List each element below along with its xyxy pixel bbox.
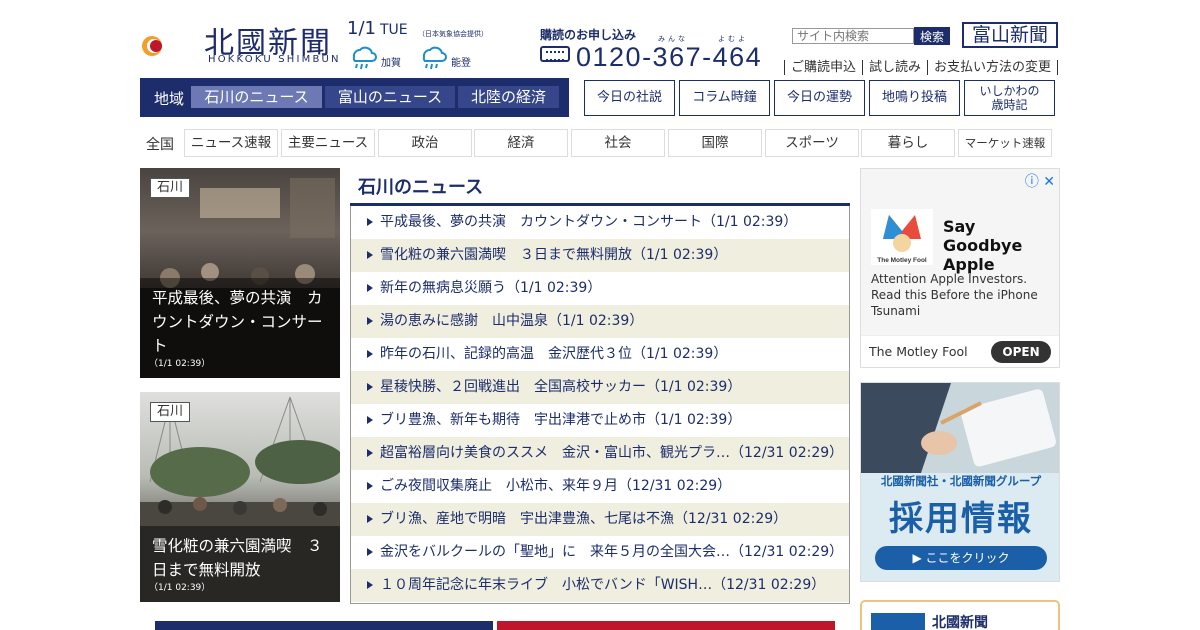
logo-mark-icon: [142, 22, 188, 66]
news-item[interactable]: ブリ漁、産地で明暗 宇出津豊漁、七尾は不漁（12/31 02:29）: [351, 503, 849, 536]
news-item[interactable]: 金沢をバルクールの「聖地」に 来年５月の全国大会…（12/31 02:29）: [351, 536, 849, 569]
trial-link[interactable]: 試し読み: [862, 60, 928, 75]
category-economy[interactable]: 経済: [474, 129, 568, 157]
news-item[interactable]: 湯の恵みに感謝 山中温泉（1/1 02:39）: [351, 305, 849, 338]
news-section-title: 石川のニュース: [358, 177, 484, 198]
column-jisho-button[interactable]: コラム時鐘: [679, 80, 770, 116]
ad-brand: The Motley Fool: [869, 344, 968, 359]
tab-toyama-news[interactable]: 富山のニュース: [325, 86, 455, 108]
editorial-button[interactable]: 今日の社説: [584, 80, 675, 116]
advertisement[interactable]: ⓘ ✕ The Motley Fool Say Goodbye Apple At…: [860, 168, 1060, 368]
news-item[interactable]: １０周年記念に年末ライブ 小松でバンド「WISH…（12/31 02:29）: [351, 569, 849, 602]
category-international[interactable]: 国際: [668, 129, 762, 157]
jester-icon: The Motley Fool: [877, 215, 927, 264]
hokkoku-app-box[interactable]: 北國新聞: [860, 600, 1060, 630]
subscribe-phone[interactable]: 0120-367-464: [540, 42, 762, 72]
photo-timestamp: （1/1 02:39）: [149, 583, 211, 593]
category-label-all[interactable]: 全国: [146, 134, 174, 154]
rain-icon: [422, 46, 447, 70]
region-label: 地域: [154, 90, 185, 108]
box-title: 北國新聞: [932, 615, 988, 630]
payment-change-link[interactable]: お支払い方法の変更: [927, 60, 1059, 75]
news-item[interactable]: ごみ夜間収集廃止 小松市、来年９月（12/31 02:29）: [351, 470, 849, 503]
site-search-input[interactable]: [792, 28, 914, 44]
photo-caption-text: 雪化粧の兼六園満喫 ３日まで無料開放: [152, 537, 323, 579]
motley-fool-logo: The Motley Fool: [871, 209, 933, 265]
seasonal-calendar-button[interactable]: いしかわの 歳時記: [964, 80, 1055, 116]
current-date: 1/1 TUE: [347, 18, 408, 39]
weather-credit: （日本気象協会提供）: [418, 30, 488, 38]
ad-body-text: Attention Apple Investors. Read this Bef…: [871, 272, 1038, 318]
ad-logo-text: The Motley Fool: [877, 257, 927, 264]
site-logo[interactable]: 北國新聞 HOKKOKU SHIMBUN: [140, 16, 345, 66]
ad-info-close-icon[interactable]: ⓘ ✕: [1025, 171, 1055, 191]
region-tag: 石川: [150, 402, 191, 422]
photo-story-card[interactable]: 石川 雪化粧の兼六園満喫 ３日まで無料開放 （1/1 02:39）: [140, 392, 340, 602]
tablet-photo: [861, 383, 1059, 473]
news-list: 平成最後、夢の共演 カウントダウン・コンサート（1/1 02:39） 雪化粧の兼…: [350, 206, 850, 604]
news-item[interactable]: 超富裕層向け美食のススメ 金沢・富山市、観光プラ…（12/31 02:29）: [351, 437, 849, 470]
photo-story-card[interactable]: 石川 平成最後、夢の共演 カウントダウン・コンサート （1/1 02:39）: [140, 168, 340, 378]
photo-caption: 雪化粧の兼六園満喫 ３日まで無料開放 （1/1 02:39）: [140, 526, 340, 602]
ad-headline[interactable]: Say Goodbye Apple: [943, 217, 1053, 274]
subscribe-link[interactable]: ご購読申込: [784, 60, 863, 75]
recruit-click-button[interactable]: ▶ ここをクリック: [875, 546, 1047, 570]
subscribe-title: 購読のお申し込み: [540, 28, 637, 42]
photo-caption-text: 平成最後、夢の共演 カウントダウン・コンサート: [152, 289, 323, 355]
category-top-news[interactable]: 主要ニュース: [281, 129, 375, 157]
search-button[interactable]: 検索: [914, 27, 950, 45]
ad-open-button[interactable]: OPEN: [991, 341, 1051, 363]
toyama-shimbun-button[interactable]: 富山新聞: [962, 22, 1058, 48]
category-market-news[interactable]: マーケット速報: [958, 129, 1052, 157]
weather-noto[interactable]: 能登: [417, 44, 477, 70]
recruit-group-label: 北國新聞社・北國新聞グループ: [880, 474, 1042, 488]
news-item[interactable]: 昨年の石川、記録的高温 金沢歴代３位（1/1 02:39）: [351, 338, 849, 371]
news-item[interactable]: 平成最後、夢の共演 カウントダウン・コンサート（1/1 02:39）: [351, 206, 849, 239]
category-politics[interactable]: 政治: [378, 129, 472, 157]
bottom-banner-middle[interactable]: [497, 621, 835, 630]
tab-hokuriku-economy[interactable]: 北陸の経済: [458, 86, 559, 108]
phone-number: 0120-367-464: [576, 42, 763, 72]
region-tag: 石川: [150, 178, 191, 198]
photo-caption: 平成最後、夢の共演 カウントダウン・コンサート （1/1 02:39）: [140, 278, 340, 378]
region-nav: 地域 石川のニュース 富山のニュース 北陸の経済: [140, 78, 569, 117]
news-item[interactable]: ブリ豊漁、新年も期待 宇出津港で止め市（1/1 02:39）: [351, 404, 849, 437]
category-sports[interactable]: スポーツ: [765, 129, 859, 157]
recruitment-banner[interactable]: 北國新聞社・北國新聞グループ 採用情報 ▶ ここをクリック: [860, 382, 1060, 582]
recruit-title: 採用情報: [889, 499, 1033, 539]
date-value: 1/1: [347, 18, 376, 39]
category-breaking-news[interactable]: ニュース速報: [184, 129, 278, 157]
weather-area-label: 能登: [451, 58, 471, 69]
category-living[interactable]: 暮らし: [861, 129, 955, 157]
weather-area-label: 加賀: [381, 58, 401, 69]
free-dial-icon: [540, 46, 570, 62]
news-item[interactable]: 雪化粧の兼六園満喫 ３日まで無料開放（1/1 02:39）: [351, 239, 849, 272]
rain-icon: [352, 46, 377, 70]
news-item[interactable]: 星稜快勝、２回戦進出 全国高校サッカー（1/1 02:39）: [351, 371, 849, 404]
top-links: ご購読申込 試し読み お支払い方法の変更: [784, 56, 1059, 75]
category-society[interactable]: 社会: [571, 129, 665, 157]
reader-post-button[interactable]: 地鳴り投稿: [869, 80, 960, 116]
ad-footer: The Motley Fool OPEN: [861, 335, 1059, 367]
news-item[interactable]: 新年の無病息災願う（1/1 02:39）: [351, 272, 849, 305]
newspaper-icon: [871, 613, 925, 630]
horoscope-button[interactable]: 今日の運勢: [774, 80, 865, 116]
page: 北國新聞 HOKKOKU SHIMBUN 1/1 TUE （日本気象協会提供） 加…: [0, 0, 1200, 630]
logo-roman: HOKKOKU SHIMBUN: [208, 54, 341, 65]
tab-ishikawa-news[interactable]: 石川のニュース: [191, 86, 322, 108]
bottom-banner-left[interactable]: [155, 621, 493, 630]
weekday: TUE: [379, 22, 408, 38]
photo-timestamp: （1/1 02:39）: [149, 359, 211, 369]
weather-kaga[interactable]: 加賀: [347, 44, 407, 70]
